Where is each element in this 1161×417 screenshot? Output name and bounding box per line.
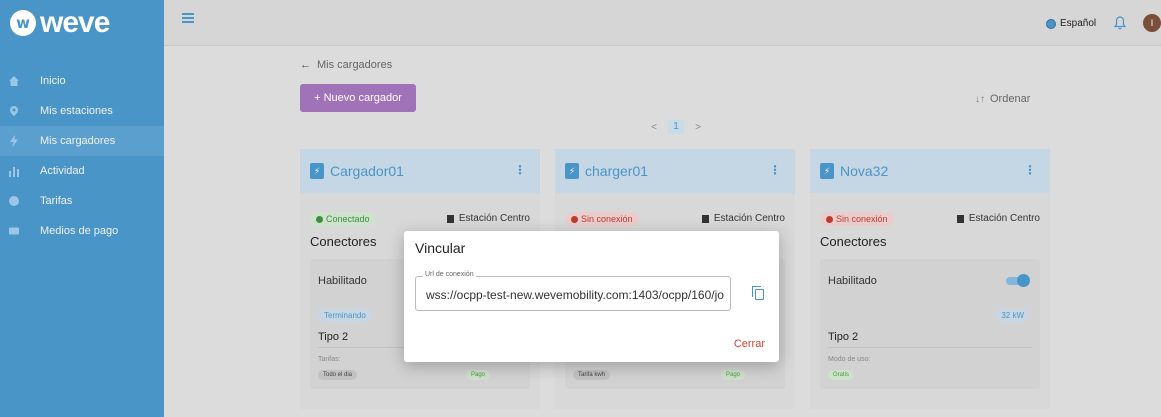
more-options-icon[interactable]: ⋮ xyxy=(514,163,526,177)
card-title[interactable]: Nova32 xyxy=(840,163,888,179)
home-icon xyxy=(0,75,40,87)
check-icon xyxy=(316,215,323,223)
charger-icon: ⚡ xyxy=(310,163,324,179)
coin-icon xyxy=(0,195,40,207)
sidebar-item-label: Mis cargadores xyxy=(40,135,116,147)
sidebar-item-tarifas[interactable]: Tarifas xyxy=(0,186,164,216)
connectors-heading: Conectores xyxy=(310,234,377,249)
card-title[interactable]: charger01 xyxy=(585,163,648,179)
building-icon xyxy=(956,214,964,223)
language-label: Español xyxy=(1060,18,1097,29)
sort-button[interactable]: ↓↑ Ordenar xyxy=(975,93,1030,105)
building-icon xyxy=(446,214,454,223)
connection-url-field[interactable]: Url de conexión wss://ocpp-test-new.weve… xyxy=(415,271,731,311)
status-label: Conectado xyxy=(326,214,370,224)
alert-icon xyxy=(571,215,578,223)
sidebar-item-medios-de-pago[interactable]: Medios de pago xyxy=(0,216,164,246)
station-name: Estación Centro xyxy=(458,213,530,224)
sort-icon: ↓↑ xyxy=(975,93,985,105)
connector-type: Tipo 2 xyxy=(318,331,349,343)
tariff-chip: Todo el dia xyxy=(318,370,358,380)
back-label: Mis cargadores xyxy=(317,59,393,71)
logo-text: weve xyxy=(40,6,110,39)
connection-url-value[interactable]: wss://ocpp-test-new.wevemobility.com:140… xyxy=(426,288,724,302)
link-dialog: Vincular Url de conexión wss://ocpp-test… xyxy=(404,231,779,362)
status-label: Sin conexión xyxy=(836,214,888,224)
pager-prev[interactable]: < xyxy=(646,122,662,133)
bolt-icon xyxy=(0,135,40,147)
station-name: Estación Centro xyxy=(713,213,785,224)
payment-chip: Pago xyxy=(720,370,745,380)
new-charger-button[interactable]: + Nuevo cargador xyxy=(300,84,416,112)
divider xyxy=(828,347,1032,348)
back-link[interactable]: ← Mis cargadores xyxy=(300,59,392,71)
top-bar: Español I xyxy=(164,0,1161,46)
avatar[interactable]: I xyxy=(1143,14,1161,32)
card-header: ⚡ Cargador01 ⋮ xyxy=(300,149,540,193)
charger-icon: ⚡ xyxy=(820,163,834,179)
station-name: Estación Centro xyxy=(968,213,1040,224)
pager-current[interactable]: 1 xyxy=(668,120,684,134)
pager-next[interactable]: > xyxy=(690,122,706,133)
status-badge: Conectado xyxy=(310,212,376,226)
station-label: Estación Centro xyxy=(701,213,785,224)
mode-chip: Gratis xyxy=(828,370,855,380)
field-label: Url de conexión xyxy=(423,271,476,278)
alert-icon xyxy=(826,215,833,223)
card-header: ⚡ Nova32 ⋮ xyxy=(810,149,1050,193)
sidebar-nav: Inicio Mis estaciones Mis cargadores Act… xyxy=(0,66,164,246)
bar-chart-icon xyxy=(0,165,40,177)
more-options-icon[interactable]: ⋮ xyxy=(1024,163,1036,177)
pagination: < 1 > xyxy=(646,120,706,134)
card-header: ⚡ charger01 ⋮ xyxy=(555,149,795,193)
more-options-icon[interactable]: ⋮ xyxy=(769,163,781,177)
card-title[interactable]: Cargador01 xyxy=(330,163,404,179)
connector-type: Tipo 2 xyxy=(828,331,859,343)
close-button[interactable]: Cerrar xyxy=(734,338,765,350)
bell-icon[interactable] xyxy=(1113,16,1127,35)
enabled-label: Habilitado xyxy=(828,275,877,287)
copy-icon[interactable] xyxy=(752,286,766,300)
tariffs-label: Tarifas: xyxy=(318,356,341,363)
sidebar-item-label: Mis estaciones xyxy=(40,105,113,117)
sidebar-item-mis-estaciones[interactable]: Mis estaciones xyxy=(0,96,164,126)
card-icon xyxy=(0,225,40,237)
sidebar-item-label: Inicio xyxy=(40,75,66,87)
enabled-label: Habilitado xyxy=(318,275,367,287)
status-badge: Sin conexión xyxy=(820,212,894,226)
station-label: Estación Centro xyxy=(446,213,530,224)
connector-panel: Habilitado 32 kW Tipo 2 Modo de uso: Gra… xyxy=(820,259,1040,389)
sidebar: w weve Inicio Mis estaciones Mis cargado… xyxy=(0,0,164,417)
station-label: Estación Centro xyxy=(956,213,1040,224)
mode-label: Modo de uso: xyxy=(828,356,871,363)
tariff-chip: Tarifa kwh xyxy=(573,370,611,380)
menu-icon[interactable] xyxy=(182,13,194,23)
language-selector[interactable]: Español xyxy=(1046,18,1096,29)
logo-mark: w xyxy=(10,10,36,36)
charger-icon: ⚡ xyxy=(565,163,579,179)
power-chip: 32 kW xyxy=(995,309,1030,322)
status-label: Sin conexión xyxy=(581,214,633,224)
building-icon xyxy=(701,214,709,223)
globe-icon xyxy=(1046,18,1056,29)
sidebar-item-label: Tarifas xyxy=(40,195,73,207)
sidebar-item-inicio[interactable]: Inicio xyxy=(0,66,164,96)
state-chip: Terminando xyxy=(318,309,372,322)
sidebar-item-label: Medios de pago xyxy=(40,225,119,237)
status-badge: Sin conexión xyxy=(565,212,639,226)
location-icon xyxy=(0,105,40,117)
sidebar-item-label: Actividad xyxy=(40,165,85,177)
sort-label: Ordenar xyxy=(990,93,1031,105)
arrow-left-icon: ← xyxy=(300,59,311,71)
enabled-toggle[interactable] xyxy=(1006,274,1030,287)
brand-logo[interactable]: w weve xyxy=(0,0,164,46)
dialog-title: Vincular xyxy=(415,240,466,256)
charger-card: ⚡ Nova32 ⋮ Sin conexión Estación Centro … xyxy=(810,149,1050,409)
payment-chip: Pago xyxy=(465,370,490,380)
sidebar-item-mis-cargadores[interactable]: Mis cargadores xyxy=(0,126,164,156)
connectors-heading: Conectores xyxy=(820,234,887,249)
sidebar-item-actividad[interactable]: Actividad xyxy=(0,156,164,186)
